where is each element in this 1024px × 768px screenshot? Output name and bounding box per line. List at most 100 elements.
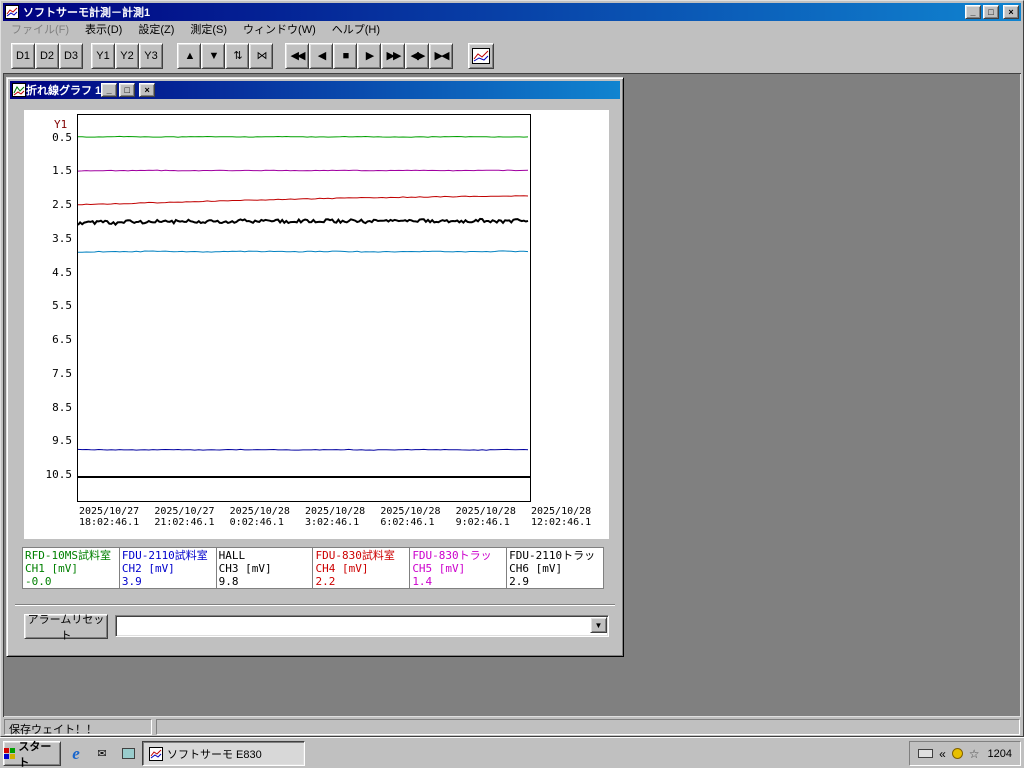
maximize-button[interactable]: □	[983, 5, 999, 19]
toolbar-button-step-forward[interactable]: ▶	[357, 42, 381, 69]
toolbar-button-y3[interactable]: Y3	[139, 42, 163, 69]
app-icon	[5, 5, 19, 19]
menu-setting[interactable]: 設定(Z)	[130, 21, 182, 39]
menu-measure[interactable]: 測定(S)	[182, 21, 235, 39]
event-band	[77, 477, 531, 502]
x-tick-label: 2025/10/28 9:02:46.1	[456, 506, 534, 528]
toolbar-button-step-back[interactable]: ◀	[309, 42, 333, 69]
task-button-softthermo[interactable]: ソフトサーモ E830	[142, 741, 305, 766]
close-button[interactable]: ×	[1003, 5, 1019, 19]
toolbar-button-d2[interactable]: D2	[35, 42, 59, 69]
toolbar: D1 D2 D3 Y1 Y2 Y3 ▲ ▼ ⇅ ⋈ ◀◀ ◀ ■ ▶ ▶▶ ◀▶ ▶◀	[3, 39, 1021, 72]
legend-channel: CH5 [mV]	[412, 562, 466, 575]
legend-channel: CH4 [mV]	[315, 562, 369, 575]
legend-name: FDU-830トラッ	[412, 549, 492, 562]
mdi-area: 折れ線グラフ 1 _ □ × Y1 0.5 1.5 2.5 3.5 4.5 5.5 6.5 7…	[3, 73, 1021, 717]
toolbar-button-y1[interactable]: Y1	[91, 42, 115, 69]
toolbar-group-3: ◀◀ ◀ ■ ▶ ▶▶ ◀▶ ▶◀	[285, 42, 453, 69]
y-tick-label: 6.5	[52, 333, 72, 347]
ime-star-icon[interactable]: ☆	[969, 747, 980, 761]
toolbar-button-d1[interactable]: D1	[11, 42, 35, 69]
chart-canvas: Y1 0.5 1.5 2.5 3.5 4.5 5.5 6.5 7.5 8.5 9.5 10.5 20…	[24, 110, 609, 539]
legend-channel: CH3 [mV]	[218, 562, 272, 575]
graph-title-bar[interactable]: 折れ線グラフ 1 _ □ ×	[10, 81, 620, 99]
x-label-time: 12:02:46.1	[530, 517, 592, 528]
x-tick-label: 2025/10/28 12:02:46.1	[531, 506, 609, 528]
x-label-time: 18:02:46.1	[79, 517, 140, 528]
legend-channel: CH2 [mV]	[121, 562, 175, 575]
toolbar-button-time-compress[interactable]: ⋈	[249, 42, 273, 69]
x-tick-label: 2025/10/28 3:02:46.1	[305, 506, 383, 528]
legend-name: FDU-830試料室	[315, 549, 395, 562]
x-tick-label: 2025/10/28 6:02:46.1	[380, 506, 458, 528]
legend-value: 1.4	[412, 575, 433, 588]
legend-ch2: FDU-2110試料室 CH2 [mV] 3.9	[120, 548, 217, 588]
graph-maximize-button[interactable]: □	[119, 83, 136, 97]
start-label: スタート	[18, 740, 52, 768]
alarm-reset-button[interactable]: アラームリセット	[24, 614, 108, 642]
browser-icon[interactable]: e	[66, 744, 86, 764]
legend-name: RFD-10MS試料室	[25, 549, 111, 562]
legend-table: RFD-10MS試料室 CH1 [mV] -0.0 FDU-2110試料室 CH2 [m…	[22, 547, 604, 589]
legend-value: 9.8	[218, 575, 239, 588]
windows-logo-icon	[4, 747, 15, 760]
legend-channel: CH6 [mV]	[509, 562, 563, 575]
toolbar-button-rewind[interactable]: ◀◀	[285, 42, 309, 69]
graph-close-button[interactable]: ×	[139, 83, 156, 97]
y-tick-label: 10.5	[45, 468, 73, 481]
legend-value: 2.9	[509, 575, 530, 588]
y-tick-label: 3.5	[52, 231, 72, 245]
main-title-bar[interactable]: ソフトサーモ計測－計測1 _ □ ×	[3, 3, 1021, 21]
tray-chevrons-icon[interactable]: «	[939, 747, 946, 761]
task-app-icon	[149, 746, 163, 761]
legend-channel: CH1 [mV]	[25, 562, 78, 575]
y-tick-label: 7.5	[52, 366, 72, 380]
toolbar-group-0: D1 D2 D3	[11, 42, 83, 69]
x-label-date: 2025/10/27	[79, 506, 140, 517]
toolbar-button-stop[interactable]: ■	[333, 42, 357, 69]
toolbar-button-page-in[interactable]: ▶◀	[429, 42, 453, 69]
combobox-dropdown-icon[interactable]: ▼	[590, 617, 607, 633]
toolbar-button-graph-display[interactable]	[468, 42, 494, 69]
keyboard-icon[interactable]	[918, 749, 934, 758]
system-tray: « ☆ 1204	[909, 741, 1021, 766]
toolbar-button-scroll-up[interactable]: ▲	[177, 42, 201, 69]
series-ch5	[78, 169, 529, 172]
mail-icon[interactable]: ✉	[92, 744, 112, 764]
toolbar-button-page-out[interactable]: ◀▶	[405, 42, 429, 69]
menu-view[interactable]: 表示(D)	[77, 21, 130, 39]
legend-ch3: HALL CH3 [mV] 9.8	[217, 548, 314, 588]
toolbar-button-scroll-both[interactable]: ⇅	[225, 42, 249, 69]
series-ch2	[78, 250, 529, 253]
plot-area	[77, 114, 531, 477]
toolbar-button-y2[interactable]: Y2	[115, 42, 139, 69]
status-panel-extra	[156, 719, 1020, 735]
toolbar-button-d3[interactable]: D3	[59, 42, 83, 69]
graph-minimize-button[interactable]: _	[101, 83, 118, 97]
toolbar-button-fast-forward[interactable]: ▶▶	[381, 42, 405, 69]
menu-bar: ファイル(F) 表示(D) 設定(Z) 測定(S) ウィンドウ(W) ヘルプ(H)	[3, 21, 1021, 39]
menu-file[interactable]: ファイル(F)	[3, 21, 77, 39]
graph-window-title: 折れ線グラフ 1	[26, 85, 102, 97]
menu-help[interactable]: ヘルプ(H)	[324, 21, 388, 39]
x-label-time: 3:02:46.1	[304, 517, 360, 528]
desktop-icon[interactable]	[118, 744, 138, 764]
window-title: ソフトサーモ計測－計測1	[23, 7, 151, 19]
toolbar-group-4	[468, 42, 494, 69]
x-label-time: 9:02:46.1	[455, 517, 510, 528]
alarm-combobox[interactable]: ▼	[115, 615, 609, 637]
minimize-button[interactable]: _	[965, 5, 981, 19]
y-tick-label: 9.5	[52, 434, 72, 448]
series-ch1	[78, 135, 529, 138]
menu-window[interactable]: ウィンドウ(W)	[235, 21, 324, 39]
x-label-date: 2025/10/28	[304, 506, 366, 517]
taskbar: スタート e ✉ ソフトサーモ E830 « ☆ 1204	[0, 737, 1024, 768]
alarm-combobox-value[interactable]	[115, 615, 609, 637]
toolbar-group-2: ▲ ▼ ⇅ ⋈	[177, 42, 273, 69]
speaker-icon[interactable]	[951, 748, 963, 759]
legend-ch5: FDU-830トラッ CH5 [mV] 1.4	[410, 548, 508, 588]
toolbar-button-scroll-down[interactable]: ▼	[201, 42, 225, 69]
x-label-date: 2025/10/28	[530, 506, 592, 517]
x-tick-label: 2025/10/27 21:02:46.1	[154, 506, 232, 528]
start-button[interactable]: スタート	[3, 740, 61, 768]
